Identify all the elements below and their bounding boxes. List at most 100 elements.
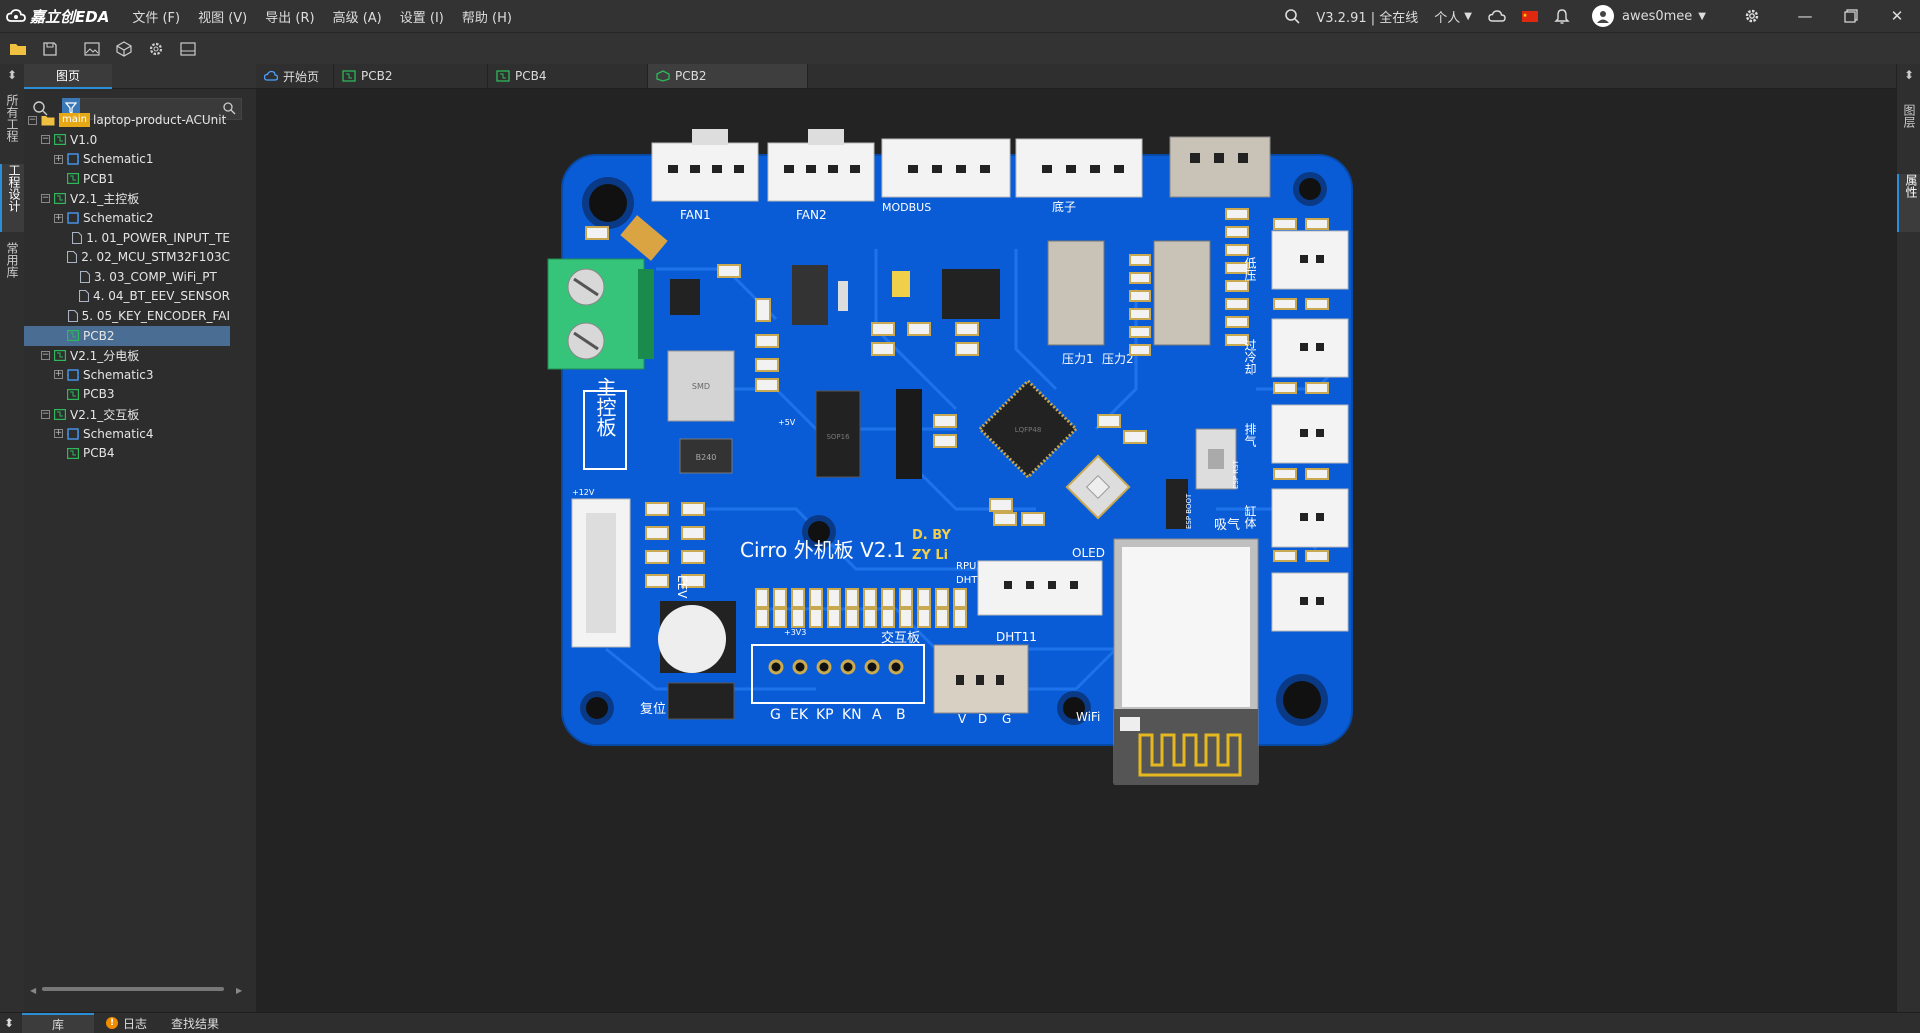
horizontal-scrollbar[interactable]: ◀ ▶: [30, 986, 246, 995]
vtab-properties[interactable]: 属性: [1897, 174, 1920, 232]
tree-item-board[interactable]: − V2.1_交互板: [24, 404, 230, 424]
tree-item-pcb[interactable]: PCB4: [24, 443, 230, 463]
tree-item-label: 5. 05_KEY_ENCODER_FAI: [81, 309, 230, 323]
bottom-bar: ⬍ 库 ! 日志 查找结果: [0, 1012, 1920, 1033]
panel-layout-icon[interactable]: [174, 35, 202, 63]
tree-item-page[interactable]: 3. 03_COMP_WiFi_PT: [24, 267, 230, 287]
menu-export[interactable]: 导出 (R): [256, 7, 323, 26]
tab-log[interactable]: ! 日志: [94, 1013, 159, 1033]
tree-item-board[interactable]: − V1.0: [24, 130, 230, 150]
3d-view-canvas[interactable]: FAN1 FAN2 MODBUS 底子 主控板 SMD B240 SOP16 L…: [256, 89, 1896, 1012]
sop-ic-label: SOP16: [826, 433, 850, 441]
menu-settings[interactable]: 设置 (I): [391, 7, 453, 26]
expand-icon[interactable]: +: [54, 370, 63, 380]
user-menu[interactable]: awes0mee ▼: [1591, 5, 1706, 27]
notification-bell-icon[interactable]: [1554, 8, 1570, 24]
board-icon: [54, 192, 66, 204]
image-icon[interactable]: [78, 35, 106, 63]
menu-help[interactable]: 帮助 (H): [453, 7, 521, 26]
collapse-icon[interactable]: −: [41, 135, 50, 145]
settings-icon[interactable]: [142, 35, 170, 63]
tree-item-board[interactable]: − V2.1_分电板: [24, 345, 230, 365]
tree-item-page[interactable]: 5. 05_KEY_ENCODER_FAI: [24, 306, 230, 326]
main-board-label: 主控板: [593, 377, 617, 437]
tree-item-schematic[interactable]: + Schematic3: [24, 365, 230, 385]
tree-item-pcb[interactable]: PCB3: [24, 384, 230, 404]
tree-item-page[interactable]: 4. 04_BT_EEV_SENSOR: [24, 286, 230, 306]
tab-pcb2-3d[interactable]: PCB2: [648, 64, 808, 88]
collapse-icon[interactable]: −: [28, 115, 37, 125]
open-folder-icon[interactable]: [4, 35, 32, 63]
tree-item-schematic[interactable]: + Schematic4: [24, 424, 230, 444]
pin-label-g: G: [770, 707, 781, 723]
vtab-all-projects[interactable]: 所有工程: [0, 94, 24, 154]
tab-pcb2-3d-label: PCB2: [675, 69, 707, 83]
tree-item-page[interactable]: 2. 02_MCU_STM32F103C: [24, 247, 230, 267]
pin-label-b: B: [896, 707, 906, 723]
esp-boot-label: ESP BOOT: [1185, 493, 1193, 529]
collapse-icon[interactable]: −: [41, 350, 50, 360]
board-title: Cirro 外机板 V2.1: [740, 538, 906, 562]
dht11-label: DHT11: [996, 630, 1037, 644]
expand-icon[interactable]: +: [54, 213, 63, 223]
vtab-common-library[interactable]: 常用库: [0, 242, 24, 296]
menu-file[interactable]: 文件 (F): [123, 7, 189, 26]
cloud-logo-icon: [6, 9, 26, 22]
expand-icon[interactable]: +: [54, 154, 63, 164]
smd-label: SMD: [692, 382, 710, 391]
chevron-down-icon: ▼: [1698, 10, 1706, 22]
expand-icon[interactable]: +: [54, 429, 63, 439]
tree-item-label: PCB4: [83, 446, 115, 461]
tree-item-board[interactable]: − V2.1_主控板: [24, 188, 230, 208]
vtab-project-design-label: 工程设计: [7, 164, 21, 212]
tab-pages[interactable]: 图页: [24, 64, 112, 89]
collapse-arrow-icon[interactable]: ⬍: [1897, 68, 1920, 84]
cloud-icon[interactable]: [1488, 9, 1506, 23]
collapse-icon[interactable]: −: [41, 193, 50, 203]
tab-start-page[interactable]: 开始页: [256, 64, 334, 88]
tab-search-results[interactable]: 查找结果: [159, 1013, 231, 1033]
gear-icon[interactable]: [1744, 8, 1760, 24]
pin-label-a: A: [872, 707, 882, 723]
scroll-left-icon[interactable]: ◀: [30, 986, 36, 995]
menu-view[interactable]: 视图 (V): [189, 7, 256, 26]
collapse-arrow-icon[interactable]: ⬍: [0, 1013, 22, 1033]
tree-item-label: PCB3: [83, 387, 115, 402]
scroll-right-icon[interactable]: ▶: [236, 986, 242, 995]
tree-item-project[interactable]: − main laptop-product-ACUnit: [24, 110, 230, 130]
menu-advanced[interactable]: 高级 (A): [324, 7, 391, 26]
search-icon[interactable]: [1284, 8, 1300, 24]
dht-pin-d: D: [978, 712, 987, 726]
fan-connectors: [651, 129, 1271, 202]
3d-view-icon[interactable]: [110, 35, 138, 63]
scrollbar-thumb[interactable]: [42, 987, 224, 991]
minimize-button[interactable]: —: [1782, 0, 1828, 32]
collapse-arrow-icon[interactable]: ⬍: [0, 68, 24, 84]
tab-pcb2[interactable]: PCB2: [334, 64, 488, 88]
tree-item-schematic[interactable]: + Schematic2: [24, 208, 230, 228]
language-flag-icon[interactable]: [1521, 10, 1538, 22]
tree-item-label: V1.0: [70, 132, 98, 147]
mode-label: 个人: [1434, 10, 1461, 26]
tree-item-pcb[interactable]: PCB2: [24, 325, 230, 346]
tab-library[interactable]: 库: [22, 1013, 94, 1033]
byline-1: D. BY: [912, 528, 951, 543]
mode-dropdown[interactable]: 个人 ▼: [1434, 7, 1472, 26]
tree-item-label: 2. 02_MCU_STM32F103C: [81, 250, 230, 265]
exhaust-label: 排气: [1243, 423, 1257, 447]
close-button[interactable]: ✕: [1874, 0, 1920, 32]
tab-start-page-label: 开始页: [283, 69, 320, 84]
tab-pcb4[interactable]: PCB4: [488, 64, 648, 88]
right-vertical-strip: ⬍ 图层 属性: [1896, 64, 1920, 1012]
save-icon[interactable]: [36, 35, 64, 63]
maximize-button[interactable]: [1828, 0, 1874, 32]
pin-label-kn: KN: [842, 707, 862, 723]
vtab-project-design[interactable]: 工程设计: [0, 164, 26, 232]
pressure1-label: 压力1: [1062, 352, 1094, 366]
mcu-label: LQFP48: [1015, 426, 1042, 434]
tree-item-pcb[interactable]: PCB1: [24, 169, 230, 189]
tree-item-schematic[interactable]: + Schematic1: [24, 149, 230, 169]
collapse-icon[interactable]: −: [41, 409, 50, 419]
tree-item-page[interactable]: 1. 01_POWER_INPUT_TE: [24, 228, 230, 248]
vtab-layers[interactable]: 图层: [1897, 104, 1920, 162]
